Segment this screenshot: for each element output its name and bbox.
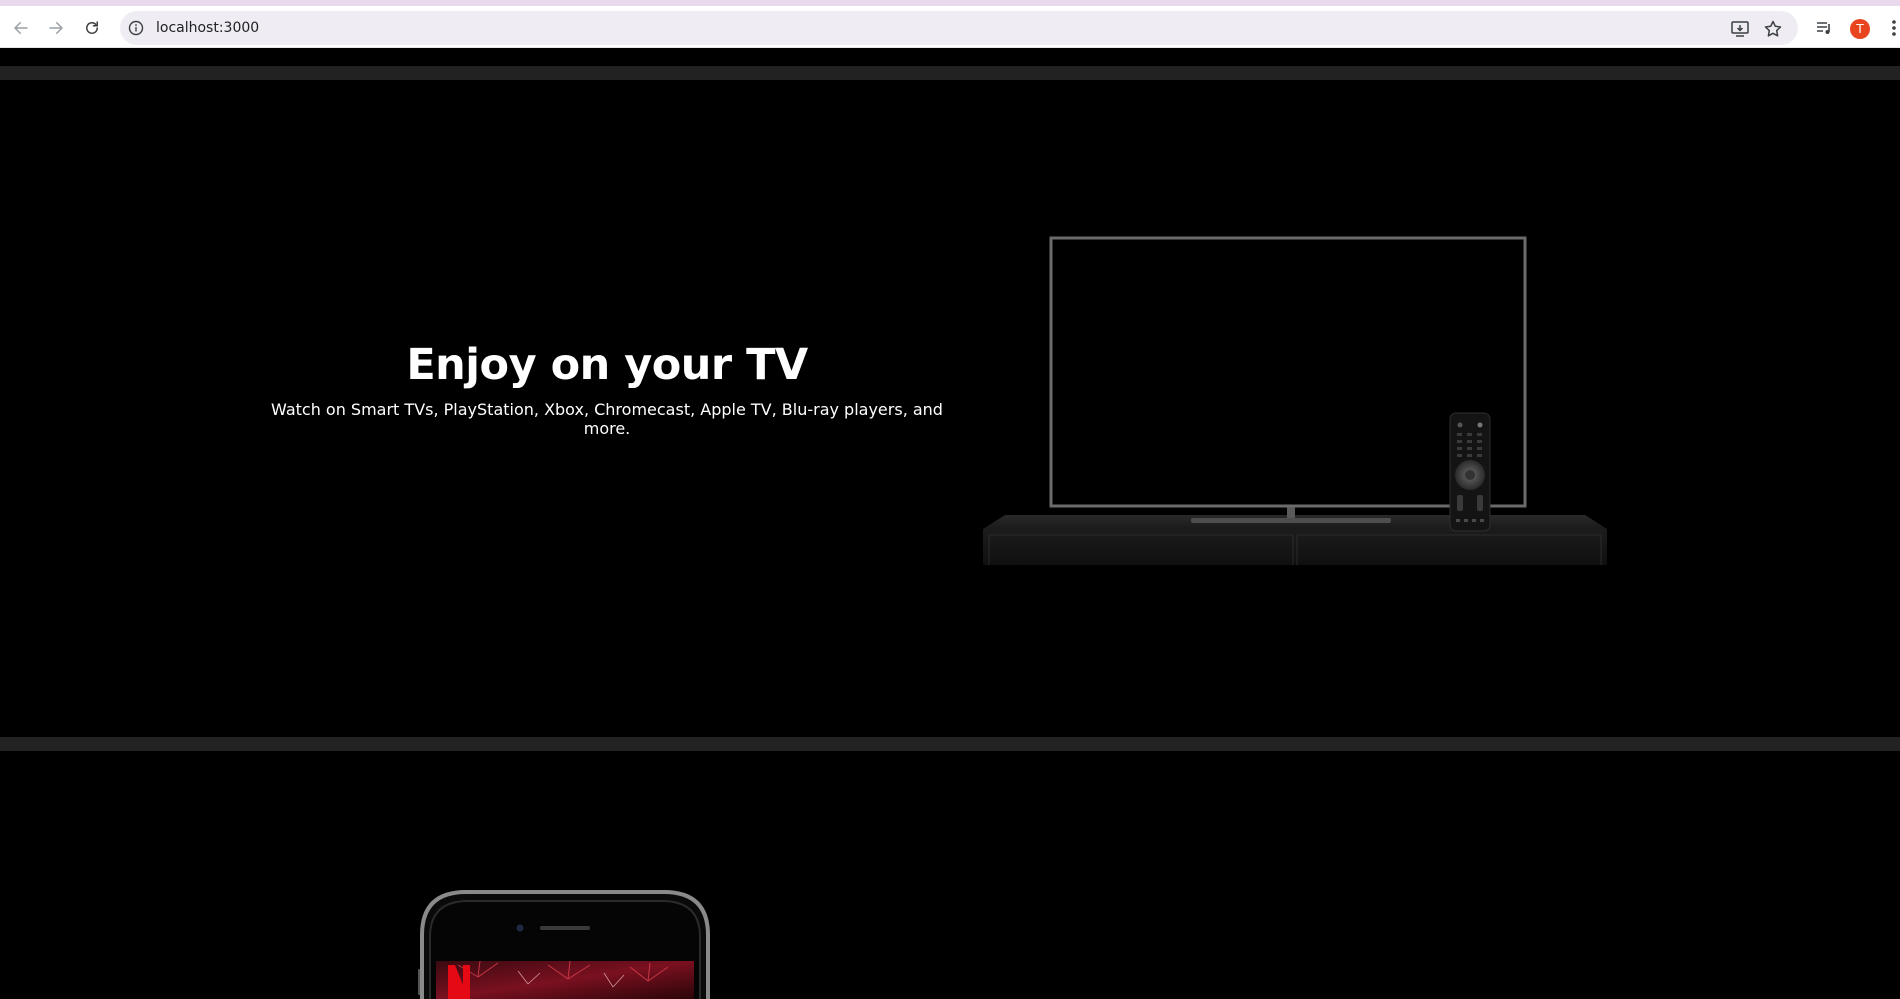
tv-feature-title: Enjoy on your TV bbox=[406, 340, 808, 390]
bookmark-star-icon[interactable] bbox=[1763, 19, 1783, 39]
install-app-icon[interactable] bbox=[1730, 19, 1750, 39]
url-text[interactable]: localhost:3000 bbox=[156, 20, 259, 36]
section-divider bbox=[0, 737, 1900, 751]
mobile-feature-section bbox=[0, 752, 1900, 999]
reload-button[interactable] bbox=[79, 15, 105, 41]
tv-illustration bbox=[983, 236, 1607, 565]
site-info-icon[interactable] bbox=[128, 20, 144, 36]
tv-feature-text: Enjoy on your TV Watch on Smart TVs, Pla… bbox=[260, 340, 954, 438]
page-content: Enjoy on your TV Watch on Smart TVs, Pla… bbox=[0, 49, 1900, 999]
profile-avatar[interactable]: T bbox=[1850, 19, 1870, 39]
forward-icon bbox=[49, 22, 63, 34]
menu-dots-icon[interactable] bbox=[1890, 18, 1898, 38]
back-button[interactable] bbox=[8, 15, 34, 41]
forward-button[interactable] bbox=[43, 15, 69, 41]
tv-feature-section: Enjoy on your TV Watch on Smart TVs, Pla… bbox=[0, 80, 1900, 738]
section-divider bbox=[0, 66, 1900, 80]
reload-icon bbox=[86, 21, 98, 34]
media-controls-icon[interactable] bbox=[1814, 18, 1834, 38]
tv-feature-subtitle: Watch on Smart TVs, PlayStation, Xbox, C… bbox=[271, 400, 943, 438]
back-icon bbox=[14, 22, 28, 34]
phone-illustration bbox=[418, 890, 710, 999]
address-bar[interactable]: localhost:3000 bbox=[120, 11, 1798, 45]
browser-toolbar: localhost:3000 T bbox=[0, 6, 1900, 48]
